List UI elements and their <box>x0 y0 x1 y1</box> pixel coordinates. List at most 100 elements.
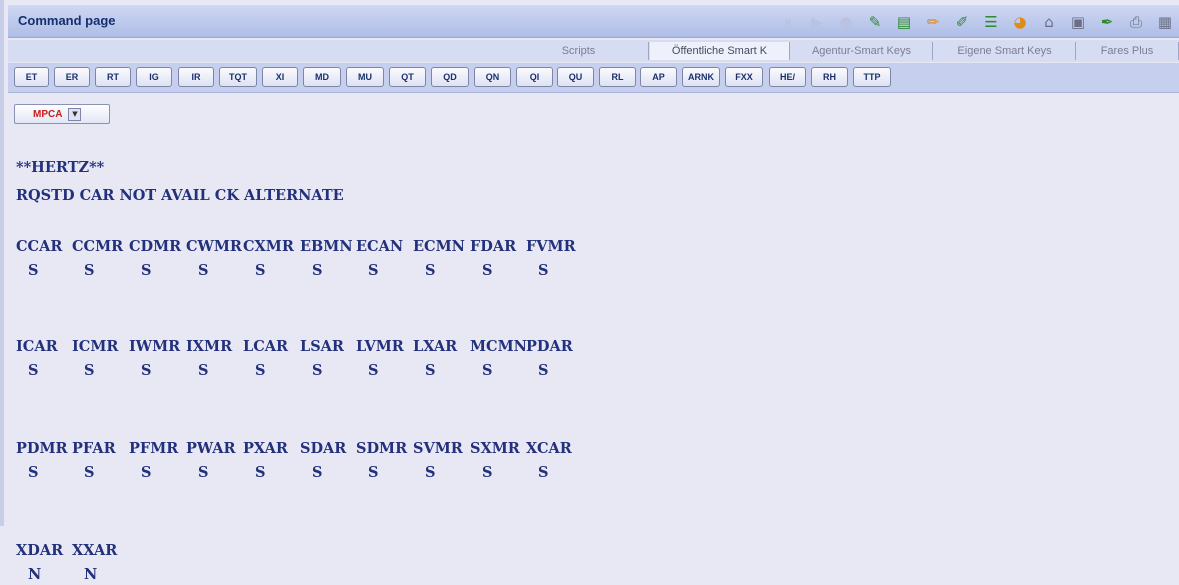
car-code: PDAR <box>526 338 573 355</box>
cmd-button-he[interactable]: HE/ <box>769 67 806 87</box>
car-code: LVMR <box>356 338 404 355</box>
car-code: CWMR <box>186 238 242 255</box>
car-code: SXMR <box>470 440 520 457</box>
toolbar-icons: ⏸ ▶ ● ✎ ▤ ✏ ✐ ☰ ◕ ⌂ ▣ ✒ ⎙ ▦ <box>778 11 1175 33</box>
car-status: S <box>482 362 493 379</box>
car-code: XCAR <box>526 440 572 457</box>
car-status: S <box>482 262 493 279</box>
list-icon[interactable]: ☰ <box>981 12 1001 32</box>
car-code: IXMR <box>186 338 233 355</box>
cmd-button-rt[interactable]: RT <box>95 67 131 87</box>
car-code: CCMR <box>72 238 124 255</box>
car-status: S <box>482 464 493 481</box>
cmd-button-qd[interactable]: QD <box>431 67 469 87</box>
cmd-button-arnk[interactable]: ARNK <box>682 67 720 87</box>
tab--ffentliche-smart-k[interactable]: Öffentliche Smart K <box>650 42 790 60</box>
car-status: S <box>84 464 95 481</box>
car-code: CDMR <box>129 238 182 255</box>
cmd-button-tqt[interactable]: TQT <box>219 67 257 87</box>
car-code: SDAR <box>300 440 347 457</box>
car-status: S <box>255 362 266 379</box>
car-code: ICAR <box>16 338 58 355</box>
book-icon[interactable]: ▤ <box>894 12 914 32</box>
globe-icon[interactable]: ◕ <box>1010 12 1030 32</box>
cmd-button-fxx[interactable]: FXX <box>725 67 763 87</box>
window-title: Command page <box>18 13 116 28</box>
car-code: XXAR <box>72 542 118 559</box>
car-code: ICMR <box>72 338 119 355</box>
pencil-icon[interactable]: ✏ <box>923 12 943 32</box>
car-status: S <box>28 464 39 481</box>
car-status: N <box>28 566 42 583</box>
smart-keys-tabs: Scripts Öffentliche Smart K Agentur-Smart … <box>8 40 1179 62</box>
car-status: S <box>538 362 549 379</box>
car-status: S <box>198 464 209 481</box>
pen-icon[interactable]: ✒ <box>1097 12 1117 32</box>
text-icon[interactable]: ⌂ <box>1039 12 1059 32</box>
car-code: LSAR <box>300 338 344 355</box>
car-code: ECAN <box>356 238 404 255</box>
car-code: CXMR <box>243 238 294 255</box>
car-code: SDMR <box>356 440 408 457</box>
cmd-button-ap[interactable]: AP <box>640 67 677 87</box>
window-icon[interactable]: ▣ <box>1068 12 1088 32</box>
car-status: S <box>255 262 266 279</box>
cmd-button-ig[interactable]: IG <box>136 67 172 87</box>
car-code: PDMR <box>16 440 68 457</box>
cmd-button-rl[interactable]: RL <box>599 67 636 87</box>
play-icon[interactable]: ▶ <box>807 12 827 32</box>
car-status: S <box>425 262 436 279</box>
car-code: FDAR <box>470 238 517 255</box>
cmd-button-qu[interactable]: QU <box>557 67 594 87</box>
car-status: S <box>28 362 39 379</box>
stop-icon[interactable]: ● <box>836 12 856 32</box>
car-code: FVMR <box>526 238 576 255</box>
cmd-button-ir[interactable]: IR <box>178 67 214 87</box>
cmd-button-md[interactable]: MD <box>303 67 341 87</box>
mpca-dropdown-value: MPCA <box>33 108 63 120</box>
car-code: PWAR <box>186 440 236 457</box>
command-response: **HERTZ** RQSTD CAR NOT AVAIL CK ALTERNAT… <box>16 158 1166 583</box>
cmd-button-ttp[interactable]: TTP <box>853 67 891 87</box>
cmd-button-xi[interactable]: XI <box>262 67 298 87</box>
cmd-button-mu[interactable]: MU <box>346 67 384 87</box>
cmd-button-qn[interactable]: QN <box>474 67 511 87</box>
magic-icon[interactable]: ✎ <box>865 12 885 32</box>
cmd-button-er[interactable]: ER <box>54 67 90 87</box>
response-line: **HERTZ** <box>16 159 105 176</box>
car-status: S <box>141 464 152 481</box>
tab-fares-plus[interactable]: Fares Plus <box>1076 42 1179 60</box>
command-button-bar: ET ER RT IG IR TQT XI MD MU QT QD QN QI QU RL AP ARNK FXX… <box>8 63 1179 93</box>
car-status: S <box>141 362 152 379</box>
car-code: PXAR <box>243 440 288 457</box>
cmd-button-qi[interactable]: QI <box>516 67 553 87</box>
car-status: S <box>255 464 266 481</box>
car-status: N <box>84 566 98 583</box>
cmd-button-et[interactable]: ET <box>14 67 49 87</box>
pause-icon[interactable]: ⏸ <box>778 12 798 32</box>
tab-eigene-smart-keys[interactable]: Eigene Smart Keys <box>934 42 1076 60</box>
car-code: LCAR <box>243 338 289 355</box>
tab-scripts[interactable]: Scripts <box>509 42 649 60</box>
car-status: S <box>141 262 152 279</box>
car-code: SVMR <box>413 440 463 457</box>
car-status: S <box>312 464 323 481</box>
car-code: ECMN <box>413 238 465 255</box>
car-status: S <box>368 262 379 279</box>
mpca-dropdown[interactable]: MPCA ▼ <box>14 104 110 124</box>
car-status: S <box>538 464 549 481</box>
car-status: S <box>538 262 549 279</box>
car-status: S <box>198 362 209 379</box>
printer-icon[interactable]: ⎙ <box>1126 12 1146 32</box>
car-status: S <box>312 262 323 279</box>
car-code: MCMN <box>470 338 527 355</box>
dropdown-arrow-icon[interactable]: ▼ <box>68 107 82 121</box>
brush-icon[interactable]: ✐ <box>952 12 972 32</box>
calculator-icon[interactable]: ▦ <box>1155 12 1175 32</box>
tab-agentur-smart-keys[interactable]: Agentur-Smart Keys <box>791 42 933 60</box>
cmd-button-rh[interactable]: RH <box>811 67 848 87</box>
car-status: S <box>368 464 379 481</box>
car-code: PFMR <box>129 440 179 457</box>
car-code: EBMN <box>300 238 353 255</box>
cmd-button-qt[interactable]: QT <box>389 67 426 87</box>
